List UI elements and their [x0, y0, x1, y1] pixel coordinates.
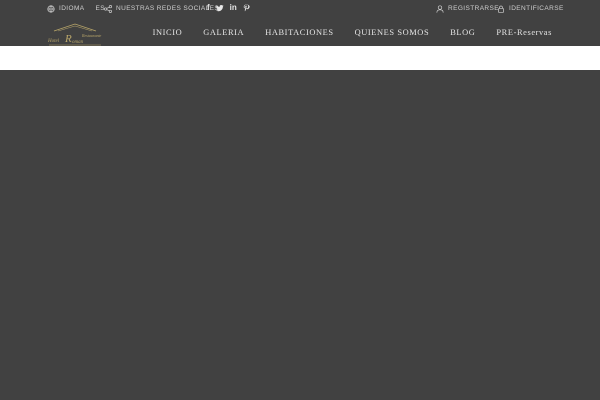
- main-content-area: [0, 70, 600, 400]
- register-link[interactable]: REGISTRARSE: [436, 4, 499, 13]
- top-bar: IDIOMA ES NUESTRAS REDES SOCIALES f in R…: [0, 0, 600, 16]
- login-label: IDENTIFICARSE: [509, 5, 564, 12]
- social-icons: f in: [207, 3, 250, 12]
- login-link[interactable]: IDENTIFICARSE: [497, 4, 564, 13]
- nav-item-pre-reservas[interactable]: PRE-Reservas: [496, 28, 552, 37]
- globe-icon: [47, 4, 55, 13]
- svg-text:oman: oman: [72, 40, 84, 45]
- nav-item-quienes-somos[interactable]: QUIENES SOMOS: [355, 28, 430, 37]
- user-icon: [436, 4, 444, 13]
- nav-item-inicio[interactable]: INICIO: [153, 28, 183, 37]
- language-selector[interactable]: IDIOMA ES: [47, 4, 105, 13]
- main-nav: INICIO GALERIA HABITACIONES QUIENES SOMO…: [132, 28, 552, 37]
- header-divider-band: [0, 46, 600, 70]
- svg-text:R: R: [64, 33, 72, 45]
- svg-text:Restaurante: Restaurante: [81, 33, 102, 38]
- twitter-icon[interactable]: [215, 4, 224, 12]
- share-icon: [104, 4, 112, 13]
- nav-item-blog[interactable]: BLOG: [450, 28, 475, 37]
- lock-icon: [498, 5, 504, 13]
- hotel-logo[interactable]: Hotel R oman Restaurante: [46, 22, 104, 48]
- svg-text:Hotel: Hotel: [47, 39, 60, 44]
- facebook-icon[interactable]: f: [207, 3, 210, 12]
- linkedin-icon[interactable]: in: [230, 3, 237, 12]
- register-label: REGISTRARSE: [448, 5, 499, 12]
- social-label: NUESTRAS REDES SOCIALES: [116, 5, 220, 12]
- pinterest-icon[interactable]: [243, 3, 250, 12]
- social-networks: NUESTRAS REDES SOCIALES: [104, 4, 219, 13]
- nav-item-habitaciones[interactable]: HABITACIONES: [265, 28, 333, 37]
- nav-item-galeria[interactable]: GALERIA: [203, 28, 244, 37]
- language-label: IDIOMA: [59, 5, 85, 12]
